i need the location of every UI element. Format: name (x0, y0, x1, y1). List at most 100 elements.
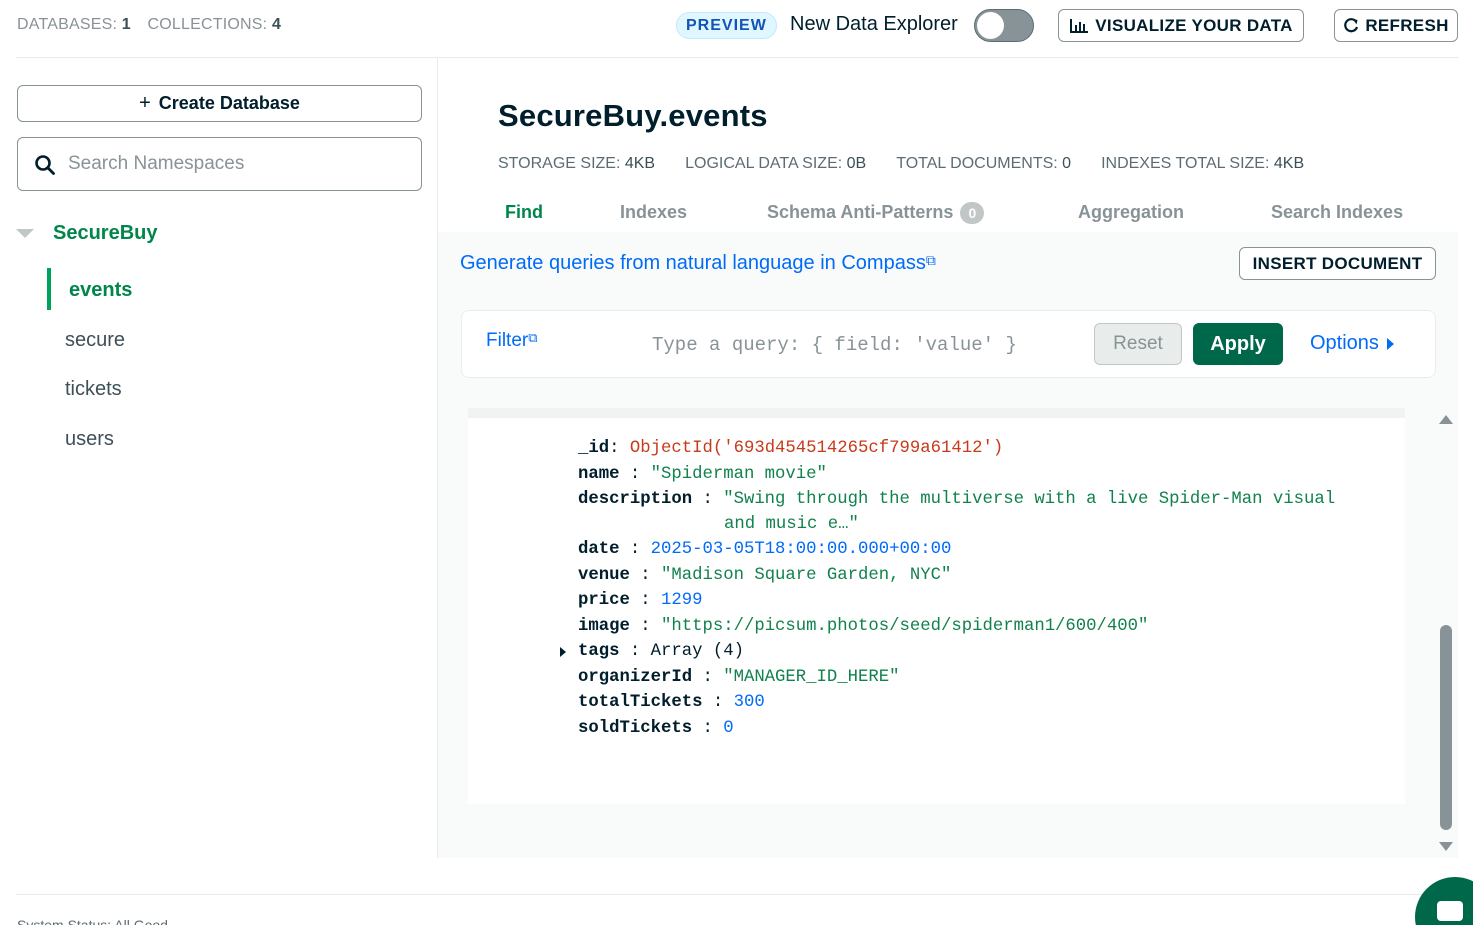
scroll-up-icon[interactable] (1439, 415, 1453, 424)
main-panel: SecureBuy.events STORAGE SIZE: 4KB LOGIC… (438, 58, 1458, 858)
field-value: 0 (723, 718, 734, 738)
field-key: totalTickets (578, 693, 703, 712)
expand-caret-icon[interactable] (560, 647, 566, 657)
footer-divider (16, 894, 1473, 895)
collection-item-events[interactable]: events (47, 266, 437, 316)
page-title: SecureBuy.events (498, 98, 768, 133)
filter-label: Filter (486, 330, 529, 351)
tab-indexes[interactable]: Indexes (620, 202, 687, 223)
field-sold-tickets[interactable]: soldTickets : 0 (578, 716, 1335, 742)
field-value: "MANAGER_ID_HERE" (723, 667, 900, 687)
field-venue[interactable]: venue : "Madison Square Garden, NYC" (578, 563, 1335, 589)
stat-value: 0 (1062, 155, 1072, 172)
top-bar: DATABASES: 1 COLLECTIONS: 4 PREVIEW New … (0, 0, 1473, 58)
apply-button[interactable]: Apply (1193, 323, 1283, 365)
document-card: _id: ObjectId('693d454514265cf799a61412'… (468, 408, 1405, 804)
namespace-counts: DATABASES: 1 COLLECTIONS: 4 (17, 16, 293, 34)
field-value: "Spiderman movie" (650, 464, 827, 484)
new-data-explorer-label: New Data Explorer (790, 13, 958, 35)
field-value: "Madison Square Garden, NYC" (660, 565, 952, 585)
collection-stats: STORAGE SIZE: 4KB LOGICAL DATA SIZE: 0B … (498, 155, 1304, 173)
create-database-button[interactable]: + Create Database (17, 85, 422, 122)
refresh-button[interactable]: REFRESH (1334, 9, 1458, 42)
filter-link[interactable]: Filter⧉ (486, 330, 538, 352)
field-organizer-id[interactable]: organizerId : "MANAGER_ID_HERE" (578, 665, 1335, 691)
stat-storage-size: STORAGE SIZE: 4KB (498, 155, 655, 173)
stat-logical-size: LOGICAL DATA SIZE: 0B (685, 155, 866, 173)
create-database-label: Create Database (158, 93, 300, 113)
field-key: name (578, 464, 620, 484)
query-bar: Filter⧉ Reset Apply Options (461, 310, 1436, 378)
chart-icon (1070, 18, 1089, 33)
scroll-thumb[interactable] (1440, 625, 1452, 830)
natural-language-query-link[interactable]: Generate queries from natural language i… (460, 252, 936, 275)
field-description[interactable]: description : "Swing through the multive… (578, 487, 1335, 537)
field-key: tags (578, 642, 620, 661)
field-key: soldTickets (578, 718, 693, 738)
external-link-icon: ⧉ (528, 330, 538, 345)
tab-schema-label: Schema Anti-Patterns (767, 202, 954, 222)
options-label: Options (1310, 332, 1379, 354)
query-filter-input[interactable] (652, 329, 1072, 361)
footer-status: System Status: All Good (17, 917, 168, 925)
field-id[interactable]: _id: ObjectId('693d454514265cf799a61412'… (578, 436, 1335, 462)
collection-item-secure[interactable]: secure (47, 316, 437, 366)
external-link-icon: ⧉ (925, 252, 936, 268)
field-key: venue (578, 565, 630, 585)
tab-aggregation[interactable]: Aggregation (1078, 202, 1184, 223)
field-value: 300 (733, 693, 765, 712)
field-date[interactable]: date : 2025-03-05T18:00:00.000+00:00 (578, 537, 1335, 563)
collection-item-users[interactable]: users (47, 415, 437, 465)
chat-assistant-button[interactable] (1415, 877, 1473, 925)
refresh-icon (1344, 17, 1359, 32)
database-item-securebuy[interactable]: SecureBuy (16, 220, 158, 246)
chevron-down-icon[interactable] (16, 228, 34, 238)
field-value: Array (4) (650, 642, 744, 661)
field-value-continued: and music e…" (724, 515, 859, 534)
field-key: price (578, 591, 630, 610)
scroll-down-icon[interactable] (1439, 842, 1453, 851)
search-namespaces-input[interactable] (68, 148, 408, 180)
caret-right-icon (1386, 337, 1394, 350)
collections-count: 4 (271, 16, 282, 33)
stat-label: LOGICAL DATA SIZE: (685, 155, 843, 172)
search-namespaces-box (17, 137, 422, 191)
field-tags[interactable]: tags : Array (4) (560, 639, 1335, 665)
collections-label: COLLECTIONS: (147, 16, 268, 33)
visualize-data-label: VISUALIZE YOUR DATA (1095, 15, 1293, 35)
toggle-knob (977, 12, 1004, 39)
results-scrollbar[interactable] (1437, 410, 1455, 858)
reset-button[interactable]: Reset (1094, 323, 1182, 365)
field-price[interactable]: price : 1299 (578, 588, 1335, 614)
field-value: "Swing through the multiverse with a liv… (723, 490, 1336, 509)
natural-language-query-label: Generate queries from natural language i… (460, 252, 926, 274)
stat-label: INDEXES TOTAL SIZE: (1101, 155, 1270, 172)
plus-icon: + (139, 92, 151, 114)
tab-search-indexes[interactable]: Search Indexes (1271, 202, 1403, 223)
field-total-tickets[interactable]: totalTickets : 300 (578, 690, 1335, 716)
refresh-label: REFRESH (1365, 15, 1449, 35)
stat-label: TOTAL DOCUMENTS: (896, 155, 1058, 172)
stat-label: STORAGE SIZE: (498, 155, 621, 172)
databases-label: DATABASES: (17, 16, 118, 33)
new-data-explorer-toggle[interactable] (974, 9, 1034, 42)
field-value: 1299 (660, 591, 703, 610)
stat-value: 0B (846, 155, 867, 172)
find-workspace: Generate queries from natural language i… (438, 232, 1458, 858)
options-button[interactable]: Options (1310, 332, 1394, 355)
field-key: image (578, 616, 630, 636)
tab-schema-anti-patterns[interactable]: Schema Anti-Patterns 0 (767, 202, 985, 225)
databases-count: 1 (121, 16, 131, 33)
field-value: 2025-03-05T18:00:00.000+00:00 (650, 540, 952, 559)
field-name[interactable]: name : "Spiderman movie" (578, 462, 1335, 488)
insert-document-button[interactable]: INSERT DOCUMENT (1239, 247, 1436, 280)
stat-value: 4KB (624, 155, 656, 172)
preview-badge: PREVIEW (676, 12, 777, 39)
tab-find[interactable]: Find (505, 202, 543, 223)
database-name: SecureBuy (53, 221, 158, 244)
collection-item-tickets[interactable]: tickets (47, 365, 437, 415)
field-key: date (578, 540, 620, 559)
visualize-data-button[interactable]: VISUALIZE YOUR DATA (1058, 9, 1304, 42)
document-fields: _id: ObjectId('693d454514265cf799a61412'… (560, 436, 1335, 742)
field-image[interactable]: image : "https://picsum.photos/seed/spid… (578, 614, 1335, 640)
